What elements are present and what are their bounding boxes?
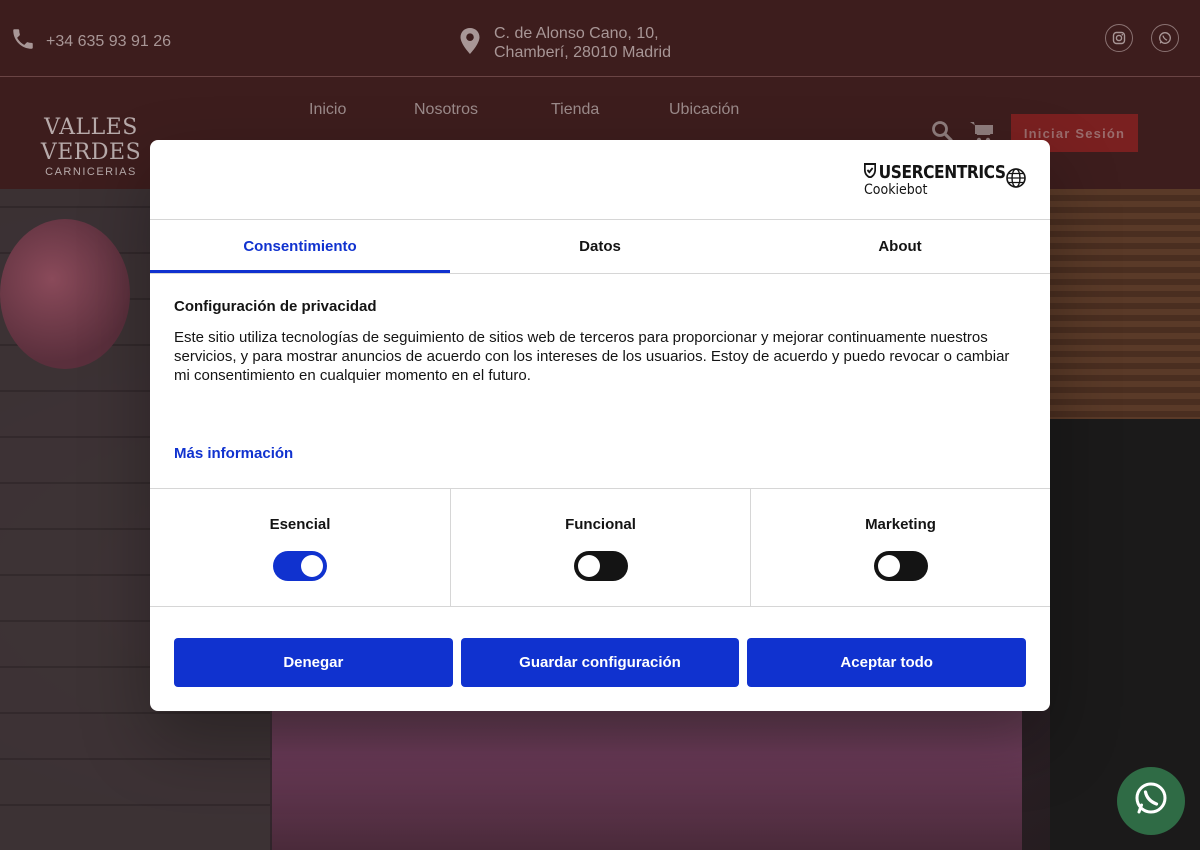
esencial-toggle[interactable] [273, 551, 327, 581]
brand-top-text: USERCENTRICS [878, 162, 1006, 183]
globe-icon[interactable] [1005, 167, 1027, 189]
funcional-toggle[interactable] [574, 551, 628, 581]
cookiebot-logo: USERCENTRICS Cookiebot [864, 162, 1029, 198]
tab-consentimiento[interactable]: Consentimiento [150, 220, 450, 273]
more-info-link[interactable]: Más información [174, 445, 293, 462]
tab-datos[interactable]: Datos [450, 220, 750, 273]
accept-all-button[interactable]: Aceptar todo [747, 638, 1027, 687]
toggle-label-funcional: Funcional [565, 516, 636, 533]
toggle-cell-funcional: Funcional [450, 489, 750, 606]
dialog-actions: Denegar Guardar configuración Aceptar to… [174, 638, 1027, 687]
dialog-tabs: Consentimiento Datos About [150, 220, 1050, 274]
toggle-label-esencial: Esencial [269, 516, 331, 533]
consent-toggles: Esencial Funcional Marketing [150, 488, 1050, 607]
cookie-consent-dialog: USERCENTRICS Cookiebot Consentimiento Da… [150, 140, 1050, 711]
dialog-header: USERCENTRICS Cookiebot [150, 140, 1050, 220]
toggle-cell-esencial: Esencial [150, 489, 450, 606]
brand-bottom-text: Cookiebot [864, 182, 928, 198]
tab-about[interactable]: About [750, 220, 1050, 273]
dialog-content: Configuración de privacidad Este sitio u… [174, 298, 1019, 385]
privacy-heading: Configuración de privacidad [174, 298, 377, 315]
deny-button[interactable]: Denegar [174, 638, 453, 687]
shield-check-icon [864, 162, 877, 183]
toggle-cell-marketing: Marketing [750, 489, 1050, 606]
toggle-label-marketing: Marketing [865, 516, 936, 533]
marketing-toggle[interactable] [874, 551, 928, 581]
privacy-body-text: Este sitio utiliza tecnologías de seguim… [174, 329, 1010, 384]
save-settings-button[interactable]: Guardar configuración [460, 638, 740, 687]
